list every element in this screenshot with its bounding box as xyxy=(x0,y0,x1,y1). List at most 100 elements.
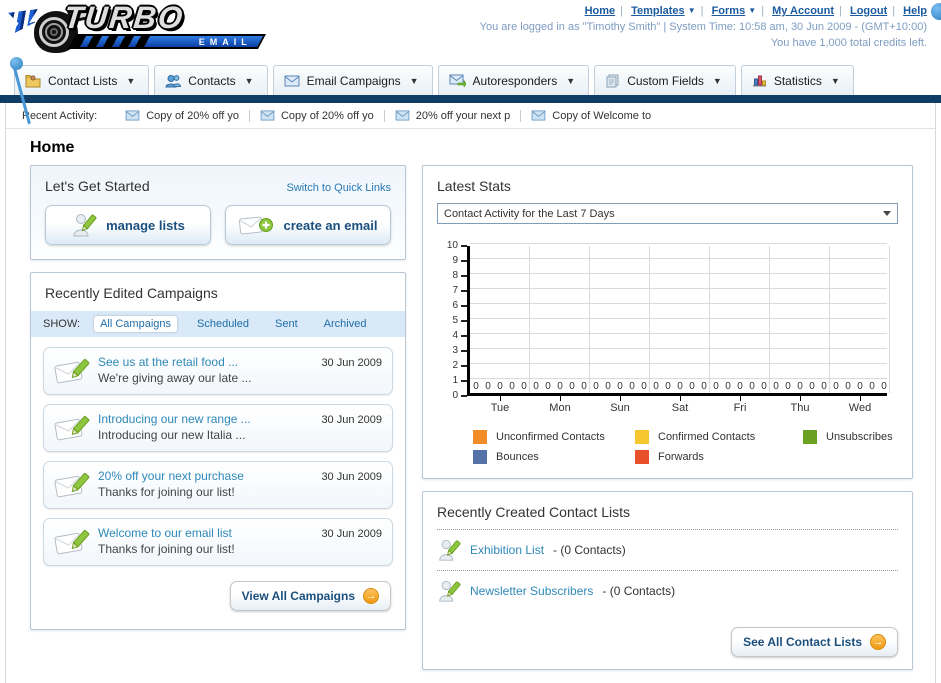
manage-lists-button[interactable]: manage lists xyxy=(45,205,211,245)
stats-chart-ylabels: 0 1 2 3 4 5 6 7 8 9 10 xyxy=(437,240,467,401)
header-right: Home | Templates ▼ | Forms ▼ | My Account | … xyxy=(480,5,927,49)
stats-chart-plot: 00000000000000000000000000000000000 xyxy=(467,243,890,396)
contact-list-row[interactable]: Exhibition List - (0 Contacts) xyxy=(437,529,898,570)
campaign-list: See us at the retail food ... We're givi… xyxy=(31,337,405,566)
campaign-row[interactable]: Welcome to our email list Thanks for joi… xyxy=(43,518,393,566)
logo-subtitle: EMAIL xyxy=(199,36,252,47)
legend-item: Forwards xyxy=(635,450,803,464)
contact-lists-title: Recently Created Contact Lists xyxy=(437,504,630,520)
pages-icon xyxy=(606,74,619,87)
stats-chart: 0 1 2 3 4 5 6 7 8 9 10 000000000000000000000000000… xyxy=(437,240,898,464)
campaigns-filter-bar: SHOW: All Campaigns Scheduled Sent Archi… xyxy=(31,311,405,337)
campaign-date: 30 Jun 2009 xyxy=(321,414,382,426)
navy-divider-bar xyxy=(0,95,941,103)
logo-title: TURBO xyxy=(62,0,187,35)
show-label: SHOW: xyxy=(43,318,81,330)
envelope-icon xyxy=(260,110,275,121)
envelope-plus-icon xyxy=(238,216,273,235)
logo-bar: EMAIL xyxy=(68,34,266,49)
legend-swatch xyxy=(473,450,487,464)
campaign-title-link[interactable]: Introducing our new range ... xyxy=(98,412,313,426)
legend-item: Unconfirmed Contacts xyxy=(473,430,635,444)
legend-label: Bounces xyxy=(496,451,539,463)
balloon-decoration xyxy=(10,57,23,70)
envelope-icon xyxy=(125,110,140,121)
campaign-subtitle: Thanks for joining our list! xyxy=(98,542,235,556)
envelope-icon xyxy=(284,75,300,86)
create-email-button[interactable]: create an email xyxy=(225,205,391,245)
campaign-row[interactable]: Introducing our new range ... Introducin… xyxy=(43,404,393,452)
recent-activity-item[interactable]: 20% off your next p xyxy=(385,109,522,122)
stats-dropdown[interactable]: Contact Activity for the Last 7 Days xyxy=(437,203,898,224)
campaign-date: 30 Jun 2009 xyxy=(321,528,382,540)
tab-contacts[interactable]: Contacts ▼ xyxy=(154,65,268,95)
recent-activity-item[interactable]: Copy of 20% off yo xyxy=(250,109,385,122)
tab-custom-fields[interactable]: Custom Fields ▼ xyxy=(594,65,736,95)
legend-label: Unsubscribes xyxy=(826,431,893,443)
get-started-panel: Let's Get Started Switch to Quick Links … xyxy=(30,165,406,260)
page: TURBO EMAIL Home | Templates ▼ | Forms ▼ | … xyxy=(0,0,941,683)
campaign-envelope-icon xyxy=(54,358,90,384)
nav-link-templates[interactable]: Templates xyxy=(631,5,685,17)
campaign-row[interactable]: 20% off your next purchase Thanks for jo… xyxy=(43,461,393,509)
see-all-contact-lists-button[interactable]: See All Contact Lists → xyxy=(731,627,898,657)
filter-scheduled[interactable]: Scheduled xyxy=(191,316,255,332)
tab-autoresponders[interactable]: Autoresponders ▼ xyxy=(437,65,590,95)
filter-all-campaigns[interactable]: All Campaigns xyxy=(94,316,177,332)
credits-text: You have 1,000 total credits left. xyxy=(770,37,927,49)
chevron-down-icon xyxy=(883,211,891,216)
tab-label: Contact Lists xyxy=(48,73,118,88)
nav-link-forms[interactable]: Forms xyxy=(712,5,746,17)
turbo-email-logo[interactable]: TURBO EMAIL xyxy=(8,0,268,59)
campaigns-title: Recently Edited Campaigns xyxy=(45,285,218,301)
contact-list-row[interactable]: Newsletter Subscribers - (0 Contacts) xyxy=(437,570,898,611)
campaign-envelope-icon xyxy=(54,529,90,555)
main-nav-tabs: Contact Lists ▼ Contacts ▼ Email Campaigns… xyxy=(0,64,941,95)
tab-email-campaigns[interactable]: Email Campaigns ▼ xyxy=(272,65,433,95)
stats-chart-xlabels: Tue Mon Sun Sat Fri Thu Wed xyxy=(470,396,890,416)
legend-item: Bounces xyxy=(473,450,635,464)
view-all-campaigns-button[interactable]: View All Campaigns → xyxy=(229,581,391,611)
campaign-subtitle: Introducing our new Italia ... xyxy=(98,428,246,442)
legend-label: Unconfirmed Contacts xyxy=(496,431,605,443)
contact-list-detail: - (0 Contacts) xyxy=(553,543,626,557)
nav-link-home[interactable]: Home xyxy=(585,5,616,17)
nav-link-help[interactable]: Help xyxy=(903,5,927,17)
tab-label: Email Campaigns xyxy=(306,73,401,88)
contact-list-link[interactable]: Exhibition List xyxy=(470,543,544,557)
campaign-title-link[interactable]: See us at the retail food ... xyxy=(98,355,313,369)
chevron-down-icon: ▼ xyxy=(566,75,576,86)
tab-label: Contacts xyxy=(188,73,236,88)
tab-label: Custom Fields xyxy=(627,73,704,88)
latest-stats-title: Latest Stats xyxy=(437,178,511,194)
person-pencil-icon xyxy=(73,214,97,237)
chevron-down-icon: ▼ xyxy=(244,75,254,86)
legend-label: Confirmed Contacts xyxy=(658,431,756,443)
page-title: Home xyxy=(30,139,75,156)
tab-statistics[interactable]: Statistics ▼ xyxy=(740,65,854,95)
campaign-title-link[interactable]: Welcome to our email list xyxy=(98,526,313,540)
switch-quick-links[interactable]: Switch to Quick Links xyxy=(286,182,391,194)
nav-link-my-account[interactable]: My Account xyxy=(772,5,834,17)
recent-activity-item[interactable]: Copy of Welcome to xyxy=(521,110,661,122)
tab-contact-lists[interactable]: Contact Lists ▼ xyxy=(14,65,150,95)
contact-list-link[interactable]: Newsletter Subscribers xyxy=(470,584,593,598)
campaign-row[interactable]: See us at the retail food ... We're givi… xyxy=(43,347,393,395)
filter-archived[interactable]: Archived xyxy=(318,316,373,332)
arrow-right-icon: → xyxy=(870,634,886,650)
chevron-down-icon: ▼ xyxy=(687,6,696,15)
envelope-icon xyxy=(395,110,410,121)
chevron-down-icon: ▼ xyxy=(712,75,722,86)
top-nav-links: Home | Templates ▼ | Forms ▼ | My Account | … xyxy=(584,5,927,17)
filter-sent[interactable]: Sent xyxy=(269,316,304,332)
stats-chart-legend: Unconfirmed Contacts Confirmed Contacts Un… xyxy=(473,430,898,464)
campaign-title-link[interactable]: 20% off your next purchase xyxy=(98,469,313,483)
person-pencil-icon xyxy=(439,539,461,561)
legend-item: Unsubscribes xyxy=(803,430,898,444)
legend-swatch xyxy=(473,430,487,444)
contacts-icon xyxy=(165,74,182,87)
tab-label: Autoresponders xyxy=(472,73,558,88)
campaign-subtitle: Thanks for joining our list! xyxy=(98,485,235,499)
nav-link-logout[interactable]: Logout xyxy=(850,5,887,17)
recent-activity-item[interactable]: Copy of 20% off yo xyxy=(115,109,250,122)
